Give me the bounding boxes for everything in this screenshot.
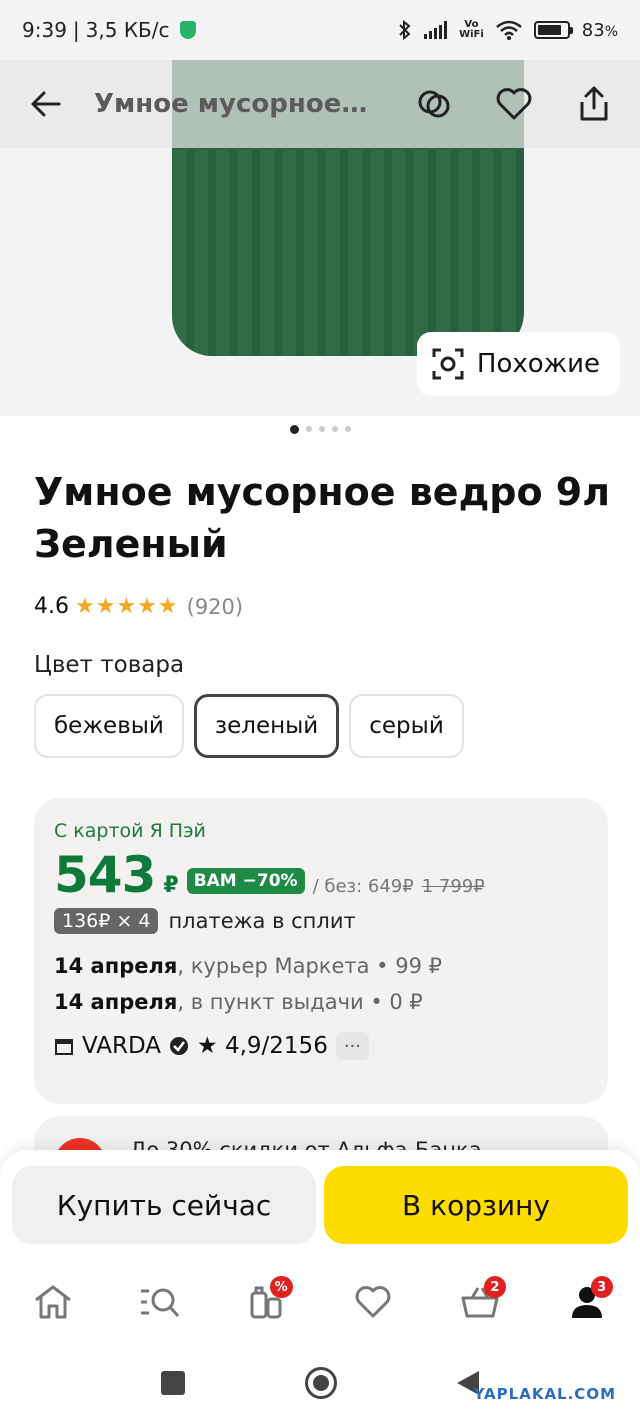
nav-discounts[interactable]: %	[235, 1270, 299, 1334]
share-icon	[580, 86, 608, 121]
split-row[interactable]: 136₽ × 4 платежа в сплит	[54, 908, 588, 934]
color-label: Цвет товара	[34, 652, 185, 678]
vowifi-icon: Vo WiFi	[459, 19, 484, 40]
favorites-icon	[355, 1286, 391, 1318]
price-card: С картой Я Пэй 543 ₽ ВАМ −70% / без: 649…	[34, 798, 608, 1104]
battery-icon	[533, 21, 573, 39]
vpn-shield-icon	[179, 21, 196, 39]
split-text: платежа в сплит	[168, 909, 356, 933]
bluetooth-icon	[399, 20, 411, 40]
nav-home[interactable]	[21, 1270, 85, 1334]
back-button[interactable]	[24, 82, 68, 126]
status-speed: 3,5 КБ/с	[85, 18, 170, 42]
top-bar: Умное мусорное…	[0, 60, 640, 148]
buy-now-button[interactable]: Купить сейчас	[12, 1166, 316, 1244]
watermark: YAPLAKAL.COM	[473, 1385, 616, 1403]
similar-button[interactable]: Похожие	[416, 332, 620, 396]
back-arrow-icon	[31, 91, 61, 117]
wifi-icon	[495, 20, 522, 40]
recents-icon[interactable]	[161, 1370, 185, 1395]
nav-catalog[interactable]	[128, 1270, 192, 1334]
share-button[interactable]	[572, 82, 616, 126]
product-gallery[interactable]: Умное мусорное… Похожие	[0, 60, 640, 416]
seller-name: VARDA	[82, 1033, 162, 1059]
gallery-pagination	[0, 425, 640, 434]
rating-count: (920)	[186, 594, 244, 619]
price-value: 543	[54, 846, 156, 904]
delivery-courier: 14 апреля, курьер Маркета • 99 ₽	[54, 954, 442, 978]
gallery-dot	[318, 426, 325, 432]
buy-panel: Купить сейчас В корзину	[0, 1150, 640, 1262]
header-title: Умное мусорное…	[94, 89, 368, 119]
similar-label: Похожие	[476, 349, 600, 379]
nav-profile[interactable]: 3	[555, 1270, 619, 1334]
discount-nav-badge: %	[269, 1276, 293, 1298]
home-system-icon[interactable]	[305, 1366, 337, 1399]
rating-value: 4.6	[34, 594, 69, 619]
heart-icon	[496, 88, 532, 120]
catalog-search-icon	[140, 1288, 180, 1317]
price-currency: ₽	[163, 873, 179, 898]
color-option-gray[interactable]: серый	[349, 694, 464, 758]
seller-more-button[interactable]: ···	[335, 1032, 369, 1060]
split-badge: 136₽ × 4	[54, 908, 159, 934]
status-time: 9:39	[22, 18, 67, 42]
system-nav: YAPLAKAL.COM	[0, 1342, 640, 1423]
verified-icon	[170, 1037, 189, 1055]
color-options: бежевый зеленый серый	[34, 694, 464, 758]
favorite-button[interactable]	[492, 82, 536, 126]
delivery-info: 14 апреля, курьер Маркета • 99 ₽ 14 апре…	[54, 948, 588, 1020]
gallery-dot	[331, 426, 338, 432]
gallery-dot	[289, 425, 299, 434]
rating-stars-icon: ★★★★★	[75, 594, 179, 619]
color-option-beige[interactable]: бежевый	[34, 694, 184, 758]
gallery-dot	[305, 426, 312, 432]
status-separator: |	[72, 18, 80, 42]
pay-card-label: С картой Я Пэй	[54, 820, 206, 842]
store-icon	[55, 1039, 73, 1055]
discount-badge: ВАМ −70%	[186, 868, 305, 894]
profile-badge: 3	[590, 1276, 613, 1298]
cart-badge: 2	[483, 1276, 506, 1298]
nav-cart[interactable]: 2	[448, 1270, 512, 1334]
home-icon	[35, 1285, 72, 1319]
add-to-cart-button[interactable]: В корзину	[324, 1166, 628, 1244]
gallery-dot	[344, 426, 351, 432]
seller-row[interactable]: VARDA ★ 4,9/2156 ···	[54, 1032, 588, 1060]
color-option-green[interactable]: зеленый	[193, 694, 340, 758]
price-without-card: / без: 649₽	[312, 876, 414, 897]
product-title: Умное мусорное ведро 9л Зеленый	[34, 470, 611, 566]
image-search-icon	[432, 348, 464, 380]
compare-button[interactable]	[412, 82, 456, 126]
battery-percent: 83%	[581, 19, 618, 41]
rating-row[interactable]: 4.6 ★★★★★ (920)	[34, 594, 243, 619]
nav-favorites[interactable]	[341, 1270, 405, 1334]
status-bar: 9:39 | 3,5 КБ/с Vo WiFi 83%	[0, 0, 640, 60]
delivery-pickup: 14 апреля, в пункт выдачи • 0 ₽	[54, 990, 423, 1014]
old-price: 1 799₽	[421, 876, 485, 897]
bottom-nav: % 2 3	[0, 1262, 640, 1342]
signal-icon	[424, 21, 448, 39]
compare-icon	[418, 90, 450, 118]
seller-rating: ★ 4,9/2156	[197, 1033, 328, 1059]
